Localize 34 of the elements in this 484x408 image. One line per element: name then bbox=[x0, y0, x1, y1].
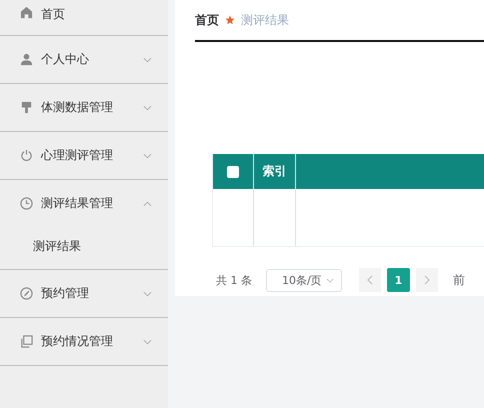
menu-item[interactable]: 心理测评管理 bbox=[0, 132, 168, 180]
menu-label: 个人中心 bbox=[41, 51, 89, 68]
menu-label: 心理测评管理 bbox=[41, 147, 113, 164]
total-count: 共 1 条 bbox=[216, 272, 252, 288]
chevron-left-icon bbox=[367, 275, 373, 285]
menu-label: 首页 bbox=[41, 6, 65, 23]
breadcrumb-link[interactable]: 首页 bbox=[195, 12, 219, 28]
chevron-right-icon bbox=[424, 275, 430, 285]
menu-item[interactable]: 首页 bbox=[0, 0, 168, 36]
power-icon bbox=[20, 149, 33, 162]
star-icon bbox=[225, 15, 235, 25]
clock-icon bbox=[20, 197, 33, 210]
menu-label: 测评结果管理 bbox=[41, 195, 113, 212]
submenu-item[interactable]: 测评结果 bbox=[0, 227, 168, 269]
brush-icon bbox=[20, 101, 33, 114]
chevron-icon bbox=[326, 278, 334, 282]
menu-label: 预约管理 bbox=[41, 285, 89, 302]
menu-item[interactable]: 个人中心 bbox=[0, 36, 168, 84]
menu-item[interactable]: 测评结果管理 bbox=[0, 180, 168, 227]
next-page-button[interactable] bbox=[416, 268, 438, 292]
checkbox[interactable] bbox=[227, 166, 239, 178]
copy-icon bbox=[20, 335, 33, 348]
menu-item[interactable]: 预约情况管理 bbox=[0, 318, 168, 366]
jump-label: 前 bbox=[453, 272, 465, 288]
compass-icon bbox=[20, 287, 33, 300]
menu-item[interactable]: 体测数据管理 bbox=[0, 84, 168, 132]
menu-label: 预约情况管理 bbox=[41, 333, 113, 350]
home-icon bbox=[20, 6, 33, 19]
user-icon bbox=[20, 53, 33, 66]
menu-label: 体测数据管理 bbox=[41, 99, 113, 116]
column-header: 索引 bbox=[262, 163, 286, 180]
prev-page-button[interactable] bbox=[359, 268, 381, 292]
page-size-select[interactable]: 10条/页 bbox=[266, 268, 342, 292]
menu-item[interactable]: 预约管理 bbox=[0, 270, 168, 318]
